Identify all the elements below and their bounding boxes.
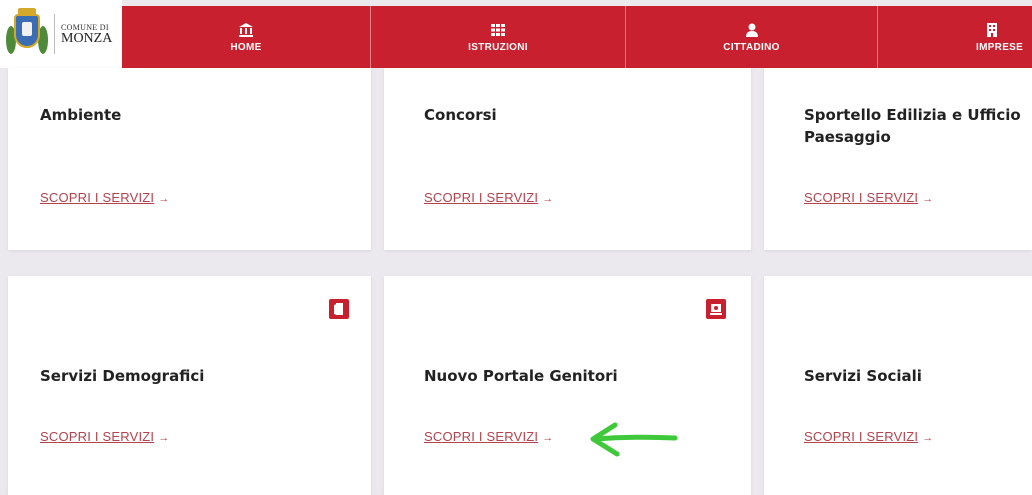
card-title: Servizi Demografici [40,367,205,385]
card-title: Sportello Edilizia e Ufficio Paesaggio [804,106,1021,146]
discover-services-link[interactable]: SCOPRI I SERVIZI → [804,429,933,444]
card-title: Servizi Sociali [804,367,922,385]
card-title: Concorsi [424,106,497,124]
green-annotation-arrow-icon [590,422,678,457]
arrow-right-icon: → [542,193,554,205]
nav-label-home: HOME [230,41,262,53]
bank-icon [238,22,254,40]
discover-services-link[interactable]: SCOPRI I SERVIZI → [804,190,933,205]
discover-services-link[interactable]: SCOPRI I SERVIZI → [40,190,169,205]
discover-services-link[interactable]: SCOPRI I SERVIZI → [40,429,169,444]
discover-services-link[interactable]: SCOPRI I SERVIZI → [424,429,553,444]
arrow-right-icon: → [158,432,170,444]
logo-text: COMUNE DI MONZA [54,14,112,54]
service-card-concorsi[interactable]: Concorsi SCOPRI I SERVIZI → [384,68,751,250]
nav-item-home[interactable]: HOME [122,6,371,68]
link-label: SCOPRI I SERVIZI [424,429,539,444]
card-title: Nuovo Portale Genitori [424,367,618,385]
grid-icon [490,22,506,40]
service-card-ambiente[interactable]: Ambiente SCOPRI I SERVIZI → [8,68,371,250]
link-label: SCOPRI I SERVIZI [40,190,155,205]
main-menu: HOME ISTRUZIONI CITTADINO IMPRESE [122,6,1032,68]
city-crest-icon [6,8,48,60]
link-label: SCOPRI I SERVIZI [804,429,919,444]
arrow-right-icon: → [542,432,554,444]
arrow-right-icon: → [158,193,170,205]
logo-title: MONZA [61,30,113,46]
service-card-nuovo-portale-genitori[interactable]: Nuovo Portale Genitori SCOPRI I SERVIZI → [384,276,751,495]
top-navigation-bar: COMUNE DI MONZA HOME ISTRUZIONI CITTADIN… [0,0,1032,68]
service-card-servizi-sociali[interactable]: Servizi Sociali SCOPRI I SERVIZI → [764,276,1032,495]
service-card-sportello-edilizia[interactable]: Sportello Edilizia e Ufficio Paesaggio S… [764,68,1032,250]
card-title: Ambiente [40,106,122,124]
discover-services-link[interactable]: SCOPRI I SERVIZI → [424,190,553,205]
person-icon [744,22,760,40]
building-icon [984,22,1000,40]
nav-item-istruzioni[interactable]: ISTRUZIONI [371,6,626,68]
nav-label-istruzioni: ISTRUZIONI [468,41,528,53]
comune-logo[interactable]: COMUNE DI MONZA [0,0,122,68]
nav-label-imprese: IMPRESE [976,41,1024,53]
arrow-right-icon: → [922,193,934,205]
nav-item-cittadino[interactable]: CITTADINO [626,6,878,68]
nav-label-cittadino: CITTADINO [723,41,780,53]
document-icon [329,299,349,319]
link-label: SCOPRI I SERVIZI [40,429,155,444]
nav-item-imprese[interactable]: IMPRESE [878,6,1032,68]
portal-icon [706,299,726,319]
arrow-right-icon: → [922,432,934,444]
service-card-servizi-demografici[interactable]: Servizi Demografici SCOPRI I SERVIZI → [8,276,371,495]
link-label: SCOPRI I SERVIZI [804,190,919,205]
link-label: SCOPRI I SERVIZI [424,190,539,205]
